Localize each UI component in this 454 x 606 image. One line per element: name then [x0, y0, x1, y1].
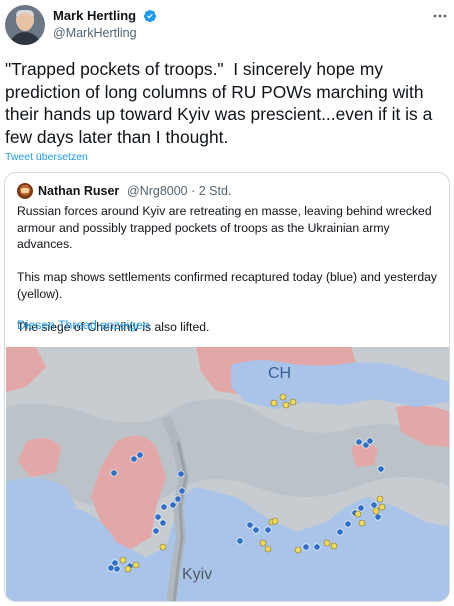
quoted-author-name[interactable]: Nathan Ruser [38, 183, 119, 199]
show-thread-link[interactable]: Diesen Thread anzeigen [17, 318, 150, 332]
author-handle[interactable]: @MarkHertling [53, 25, 157, 42]
translate-tweet-link[interactable]: Tweet übersetzen [5, 151, 88, 163]
map-label-chernihiv: CH [268, 365, 291, 382]
quoted-paragraph: This map shows settlements confirmed rec… [17, 270, 437, 301]
quoted-tweet-card[interactable]: Nathan Ruser @Nrg8000 · 2 Std. Russian f… [4, 172, 450, 602]
map-graphic: CH Kyiv [6, 347, 449, 601]
map-image[interactable]: CH Kyiv [6, 347, 449, 601]
verified-badge-icon [143, 9, 156, 22]
tweet-text: "Trapped pockets of troops." I sincerely… [5, 59, 438, 147]
quoted-paragraph: Russian forces around Kyiv are retreatin… [17, 204, 432, 251]
tweet: Mark Hertling @MarkHertling "Trapped poc… [0, 0, 454, 606]
author-avatar[interactable] [5, 5, 45, 45]
more-options-icon[interactable] [432, 12, 448, 20]
quoted-author-meta: @Nrg8000 · 2 Std. [127, 184, 232, 198]
author-info[interactable]: Mark Hertling @MarkHertling [53, 7, 157, 42]
author-display-name[interactable]: Mark Hertling [53, 7, 136, 24]
quoted-author-avatar[interactable] [17, 183, 33, 199]
map-label-kyiv: Kyiv [182, 566, 212, 583]
